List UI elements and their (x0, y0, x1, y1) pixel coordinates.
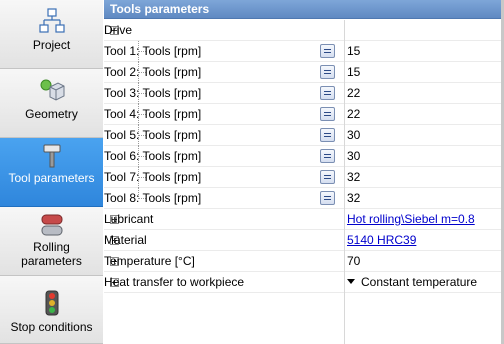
material-value-cell: 5140 HRC39 (347, 230, 497, 250)
column-divider[interactable] (344, 20, 345, 344)
tool-3-label: Tool 3: Tools [rpm] (104, 86, 202, 100)
material-row[interactable]: Material 5140 HRC39 (104, 230, 504, 251)
nav-label-project: Project (32, 38, 71, 52)
sidebar-nav: Project Geometry Tool parameters Rolling… (0, 0, 103, 344)
tool-3-value[interactable]: 22 (347, 83, 497, 103)
tool-row[interactable]: Tool 2: Tools [rpm] 15 (104, 62, 504, 83)
tool-row[interactable]: Tool 8: Tools [rpm] 32 (104, 188, 504, 209)
nav-label-rolling-parameters: Rolling parameters (21, 240, 82, 268)
tool-8-value[interactable]: 32 (347, 188, 497, 208)
lubricant-label: Lubricant (104, 212, 154, 226)
heat-transfer-select[interactable]: Constant temperature (347, 272, 497, 292)
tool-6-value[interactable]: 30 (347, 146, 497, 166)
rolling-icon (41, 214, 62, 236)
temperature-label: Temperature [°C] (104, 254, 195, 268)
tool-row[interactable]: Tool 3: Tools [rpm] 22 (104, 83, 504, 104)
lubricant-row[interactable]: Lubricant Hot rolling\Siebel m=0.8 (104, 209, 504, 230)
tool-7-value[interactable]: 32 (347, 167, 497, 187)
nav-item-tool-parameters[interactable]: Tool parameters (0, 138, 103, 207)
property-grid: Drive Tool 1: Tools [rpm] 15 Tool 2: Too… (104, 20, 504, 293)
temperature-value[interactable]: 70 (347, 251, 497, 271)
tool-1-label: Tool 1: Tools [rpm] (104, 44, 202, 58)
lubricant-value-cell: Hot rolling\Siebel m=0.8 (347, 209, 497, 229)
nav-label-geometry: Geometry (25, 107, 78, 121)
edit-button-tool-7[interactable] (320, 170, 335, 184)
tool-4-value[interactable]: 22 (347, 104, 497, 124)
tool-8-label: Tool 8: Tools [rpm] (104, 191, 202, 205)
tool-row[interactable]: Tool 7: Tools [rpm] 32 (104, 167, 504, 188)
panel-title: Tools parameters (104, 0, 504, 19)
tool-2-value[interactable]: 15 (347, 62, 497, 82)
heat-transfer-value: Constant temperature (361, 275, 478, 289)
tool-2-label: Tool 2: Tools [rpm] (104, 65, 202, 79)
edit-button-tool-3[interactable] (320, 86, 335, 100)
tool-7-label: Tool 7: Tools [rpm] (104, 170, 202, 184)
heat-transfer-label: Heat transfer to workpiece (104, 275, 245, 289)
nav-item-geometry[interactable]: Geometry (0, 69, 103, 138)
nav-item-project[interactable]: Project (0, 0, 103, 69)
temperature-row[interactable]: Temperature [°C] 70 (104, 251, 504, 272)
tool-6-label: Tool 6: Tools [rpm] (104, 149, 202, 163)
material-link[interactable]: 5140 HRC39 (347, 233, 416, 247)
edit-button-tool-4[interactable] (320, 107, 335, 121)
tool-row[interactable]: Tool 6: Tools [rpm] 30 (104, 146, 504, 167)
nav-item-rolling-parameters[interactable]: Rolling parameters (0, 207, 103, 276)
tool-1-value[interactable]: 15 (347, 41, 497, 61)
heat-transfer-row[interactable]: Heat transfer to workpiece Constant temp… (104, 272, 504, 293)
edit-button-tool-2[interactable] (320, 65, 335, 79)
tool-parameters-panel: Tools parameters Drive Tool 1: Tools [rp… (104, 0, 504, 344)
tool-row[interactable]: Tool 1: Tools [rpm] 15 (104, 41, 504, 62)
edit-button-tool-8[interactable] (320, 191, 335, 205)
chevron-down-icon[interactable] (347, 279, 355, 285)
material-label: Material (104, 233, 147, 247)
drive-group-row[interactable]: Drive (104, 20, 504, 41)
nav-label-tool-parameters: Tool parameters (8, 171, 95, 185)
project-tree-icon (38, 8, 65, 33)
nav-item-stop-conditions[interactable]: Stop conditions (0, 276, 103, 344)
tool-5-label: Tool 5: Tools [rpm] (104, 128, 202, 142)
tool-5-value[interactable]: 30 (347, 125, 497, 145)
tool-row[interactable]: Tool 4: Tools [rpm] 22 (104, 104, 504, 125)
edit-button-tool-6[interactable] (320, 149, 335, 163)
lubricant-link[interactable]: Hot rolling\Siebel m=0.8 (347, 212, 475, 226)
geometry-cube-icon (40, 79, 64, 101)
tool-4-label: Tool 4: Tools [rpm] (104, 107, 202, 121)
edit-button-tool-5[interactable] (320, 128, 335, 142)
drive-label: Drive (104, 23, 133, 37)
nav-label-stop-conditions: Stop conditions (10, 320, 93, 334)
hammer-icon (43, 144, 60, 168)
edit-button-tool-1[interactable] (320, 44, 335, 58)
traffic-light-icon (45, 290, 58, 316)
tool-row[interactable]: Tool 5: Tools [rpm] 30 (104, 125, 504, 146)
